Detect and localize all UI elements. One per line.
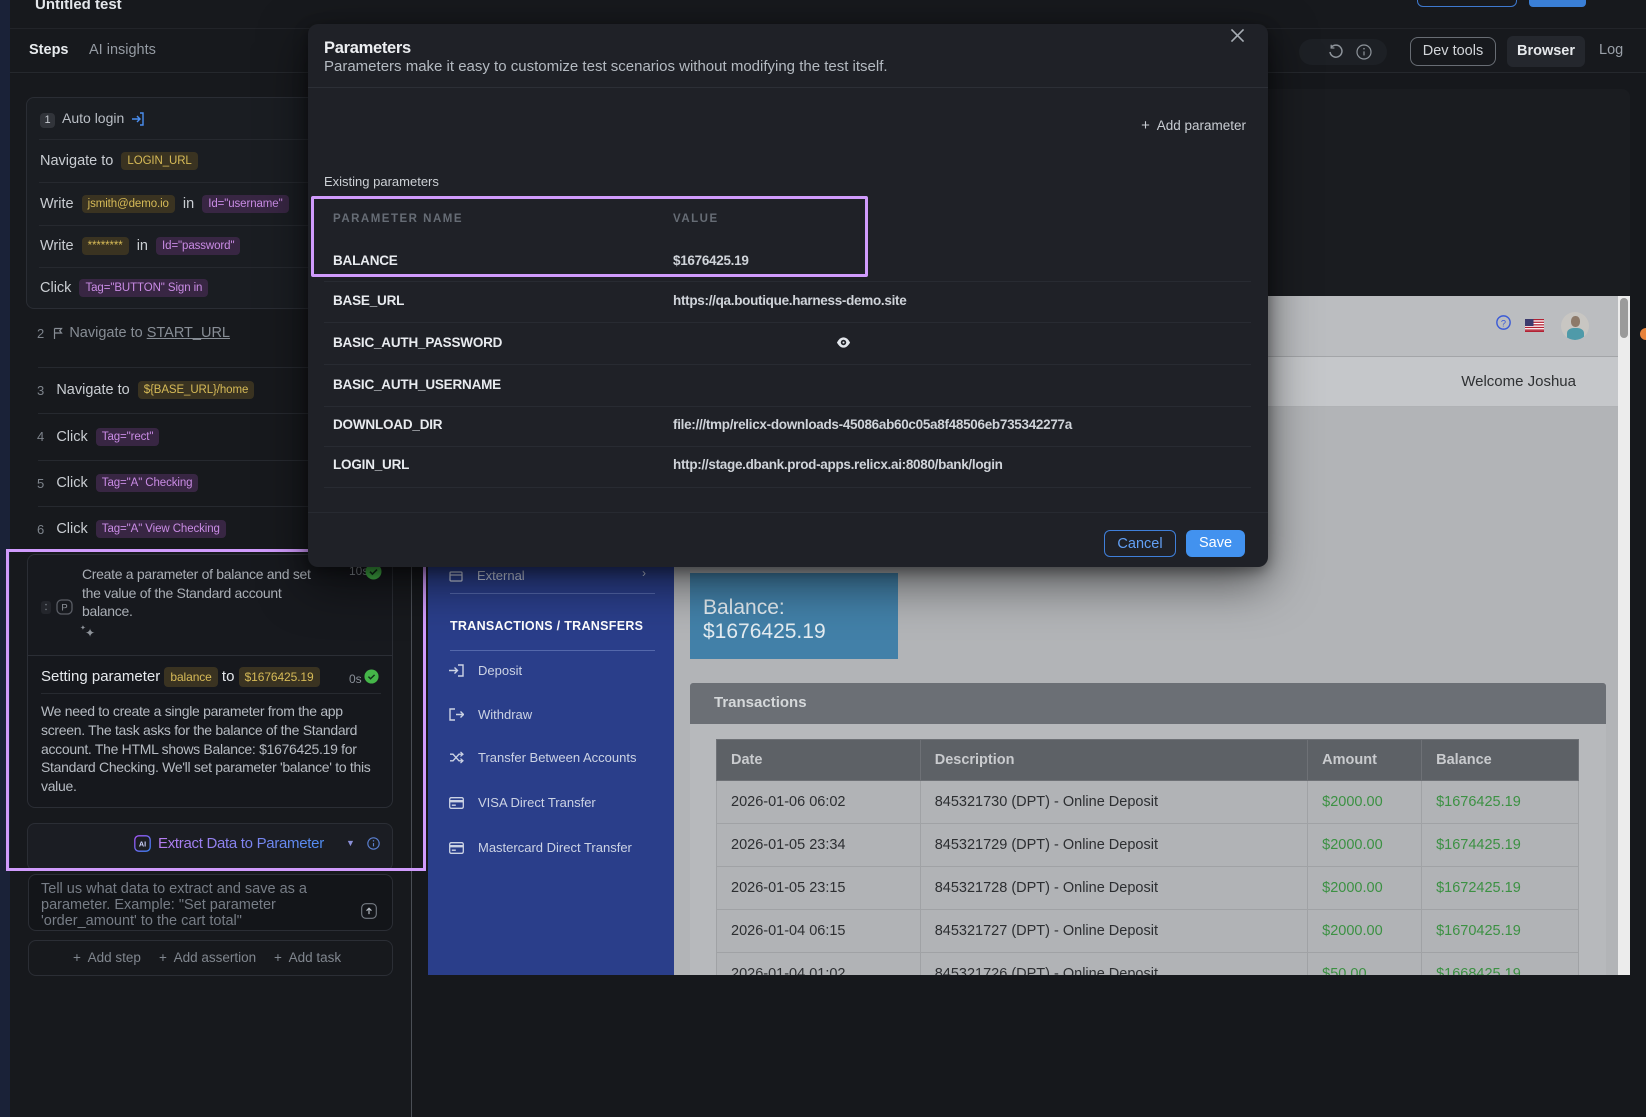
- svg-text:?: ?: [1501, 318, 1506, 328]
